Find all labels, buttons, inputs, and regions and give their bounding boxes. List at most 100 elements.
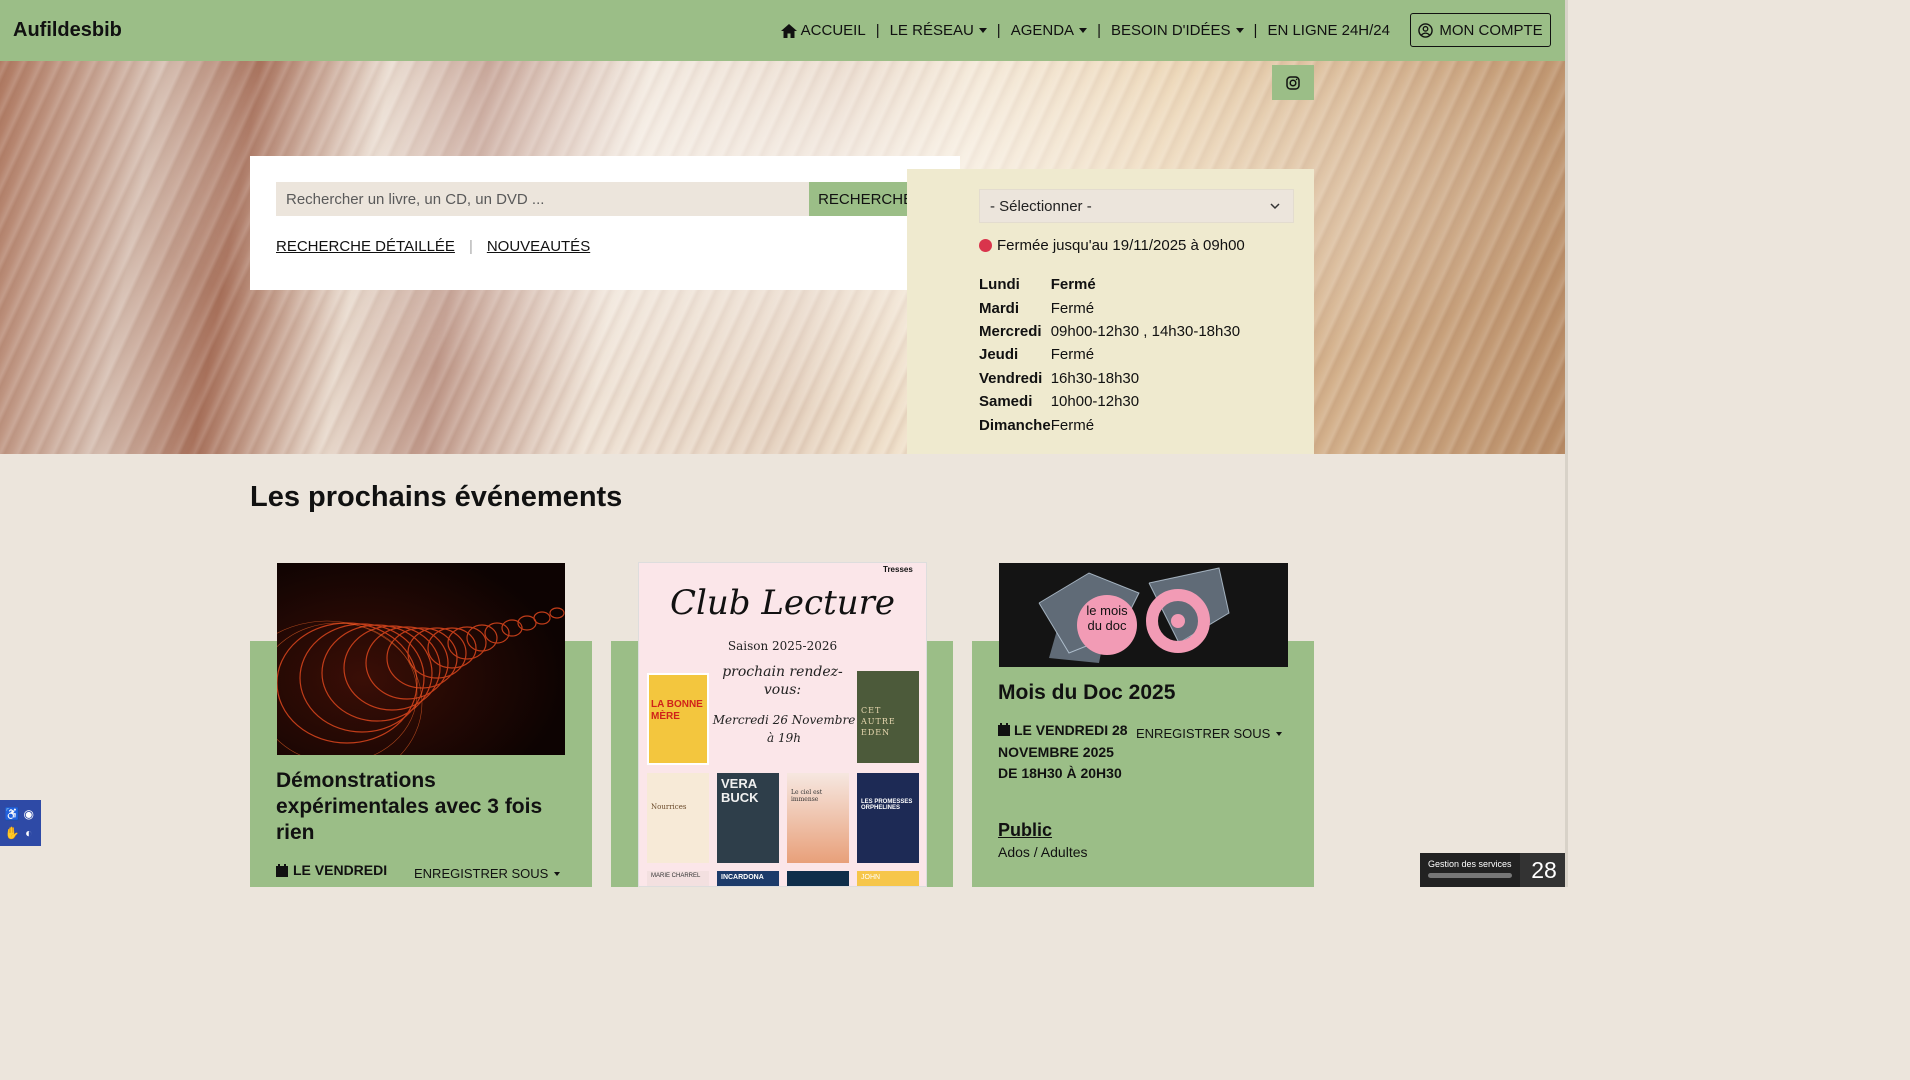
hours-row: Dimanche Fermé [979,413,1240,436]
book-cover-title: INCARDONA [721,874,764,881]
book-cover: Le ciel est immense [787,773,849,863]
save-as-label: ENREGISTRER SOUS [414,866,549,881]
event-audience-value: Ados / Adultes [998,844,1088,860]
hours-row: Samedi 10h00-12h30 [979,390,1240,413]
caret-down-icon [1079,28,1088,33]
site-brand[interactable]: Aufildesbib [13,19,122,42]
search-panel: RECHERCHER RECHERCHE DÉTAILLÉE | NOUVEAU… [250,156,960,290]
services-label-block: Gestion des services [1420,853,1520,887]
event-title[interactable]: Démonstrations expérimentales avec 3 foi… [276,768,576,846]
nav-separator: | [996,22,1001,39]
search-links: RECHERCHE DÉTAILLÉE | NOUVEAUTÉS [276,238,590,255]
event-date: LE VENDREDI [276,862,387,878]
save-as-label: ENREGISTRER SOUS [1136,726,1271,741]
services-progress-bar [1428,873,1512,878]
book-cover: VERA BUCK [717,773,779,863]
book-cover-title: JOHN [861,874,881,881]
event-title[interactable]: Mois du Doc 2025 [998,681,1175,705]
caret-down-icon [554,871,561,876]
opening-hours-panel: - Sélectionner - Fermée jusqu'au 19/11/2… [907,169,1314,454]
hours-day: Mardi [979,299,1020,317]
hours-day: Mercredi [979,322,1042,340]
event-date-text: LE VENDREDI 28 NOVEMBRE 2025 DE 18H30 À … [998,722,1128,781]
save-as-dropdown[interactable]: ENREGISTRER SOUS [1136,726,1283,741]
hours-row: Lundi Fermé [979,273,1240,296]
hours-day: Dimanche [979,416,1051,434]
page-scrollbar[interactable] [1565,0,1568,887]
services-count: 28 [1520,853,1568,887]
services-manager[interactable]: Gestion des services 28 [1420,853,1568,887]
nav-item-reseau[interactable]: LE RÉSEAU [884,22,993,39]
nav-item-agenda[interactable]: AGENDA [1005,22,1093,39]
book-cover: MARIE CHARREL [647,871,709,886]
event-audience-label[interactable]: Public [998,820,1052,841]
hours-day: Samedi [979,393,1033,411]
poster-next-label: prochain rendez-vous: [722,664,843,698]
book-cover-title: MARIE CHARREL [651,873,701,879]
save-as-dropdown[interactable]: ENREGISTRER SOUS [414,866,561,881]
hours-day: Jeudi [979,346,1019,364]
instagram-button[interactable] [1272,65,1314,100]
hours-value: Fermé [1050,346,1095,364]
speech-icon: ◐ [25,825,33,840]
home-icon [780,23,797,38]
book-cover-title: CET AUTRE EDEN [861,706,896,737]
nav-separator: | [1253,22,1258,39]
closed-status-dot [979,239,992,252]
caret-down-icon [1276,731,1283,736]
book-cover: JOHN [857,871,919,886]
hours-value: Fermé [1050,416,1095,434]
user-circle-icon [1418,22,1434,38]
library-select[interactable]: - Sélectionner - [979,189,1294,223]
nav-item-besoin-idees[interactable]: BESOIN D'IDÉES [1105,22,1250,39]
nav-label: ACCUEIL [800,22,866,39]
hours-value: Fermé [1050,276,1096,294]
accessibility-widget[interactable]: ♿ ◉ ✋ ◐ [0,800,41,846]
poster-logo: Tresses [883,565,913,574]
services-label: Gestion des services [1428,859,1512,869]
hours-row: Mercredi 09h00-12h30 , 14h30-18h30 [979,320,1240,343]
book-cover: LA BONNE MÈRE [647,673,709,765]
hours-row: Vendredi 16h30-18h30 [979,367,1240,390]
calendar-icon [276,863,288,877]
wheelchair-icon: ♿ [4,806,20,821]
events-section-title: Les prochains événements [250,481,623,513]
poster-title: Club Lecture [669,583,896,623]
poster-date: Mercredi 26 Novembre à 19h [712,713,856,745]
my-account-button[interactable]: MON COMPTE [1410,13,1551,47]
caret-down-icon [1235,28,1244,33]
nav-separator: | [1097,22,1101,39]
event-image-spiral[interactable] [277,563,565,755]
sign-language-icon: ✋ [4,825,20,840]
advanced-search-link[interactable]: RECHERCHE DÉTAILLÉE [276,238,455,255]
caret-down-icon [978,28,987,33]
event-image-mois-du-doc[interactable]: le mois du doc [999,563,1288,667]
hours-day: Lundi [979,276,1020,294]
opening-status: Fermée jusqu'au 19/11/2025 à 09h00 [979,237,1245,254]
hours-row: Mardi Fermé [979,296,1240,319]
poster-text: le mois du doc [1086,603,1128,633]
book-cover [787,871,849,886]
library-select-value: - Sélectionner - [990,197,1092,215]
chevron-down-icon [1270,203,1280,210]
book-cover-title: Le ciel est immense [791,789,823,803]
search-input[interactable] [276,182,810,216]
mois-du-doc-artwork [999,563,1288,667]
spiral-artwork [277,563,565,755]
opening-status-text: Fermée jusqu'au 19/11/2025 à 09h00 [997,237,1245,254]
book-cover-title: LA BONNE MÈRE [651,699,703,722]
main-nav: ACCUEIL | LE RÉSEAU | AGENDA | BESOIN D'… [775,0,1396,61]
hours-value: Fermé [1050,299,1095,317]
my-account-label: MON COMPTE [1439,21,1543,39]
book-cover-title: LES PROMESSES ORPHELINES [861,799,913,811]
nav-item-accueil[interactable]: ACCUEIL [775,22,872,39]
instagram-icon [1286,75,1300,90]
hours-row: Jeudi Fermé [979,343,1240,366]
nav-item-en-ligne[interactable]: EN LIGNE 24H/24 [1261,22,1396,39]
nav-label: BESOIN D'IDÉES [1110,22,1231,39]
eye-slash-icon: ◉ [23,806,34,821]
event-image-club-lecture[interactable]: Tresses Club Lecture Saison 2025-2026 pr… [638,562,927,887]
link-separator: | [468,238,473,255]
new-arrivals-link[interactable]: NOUVEAUTÉS [487,238,590,255]
event-date-text: LE VENDREDI [293,862,388,878]
